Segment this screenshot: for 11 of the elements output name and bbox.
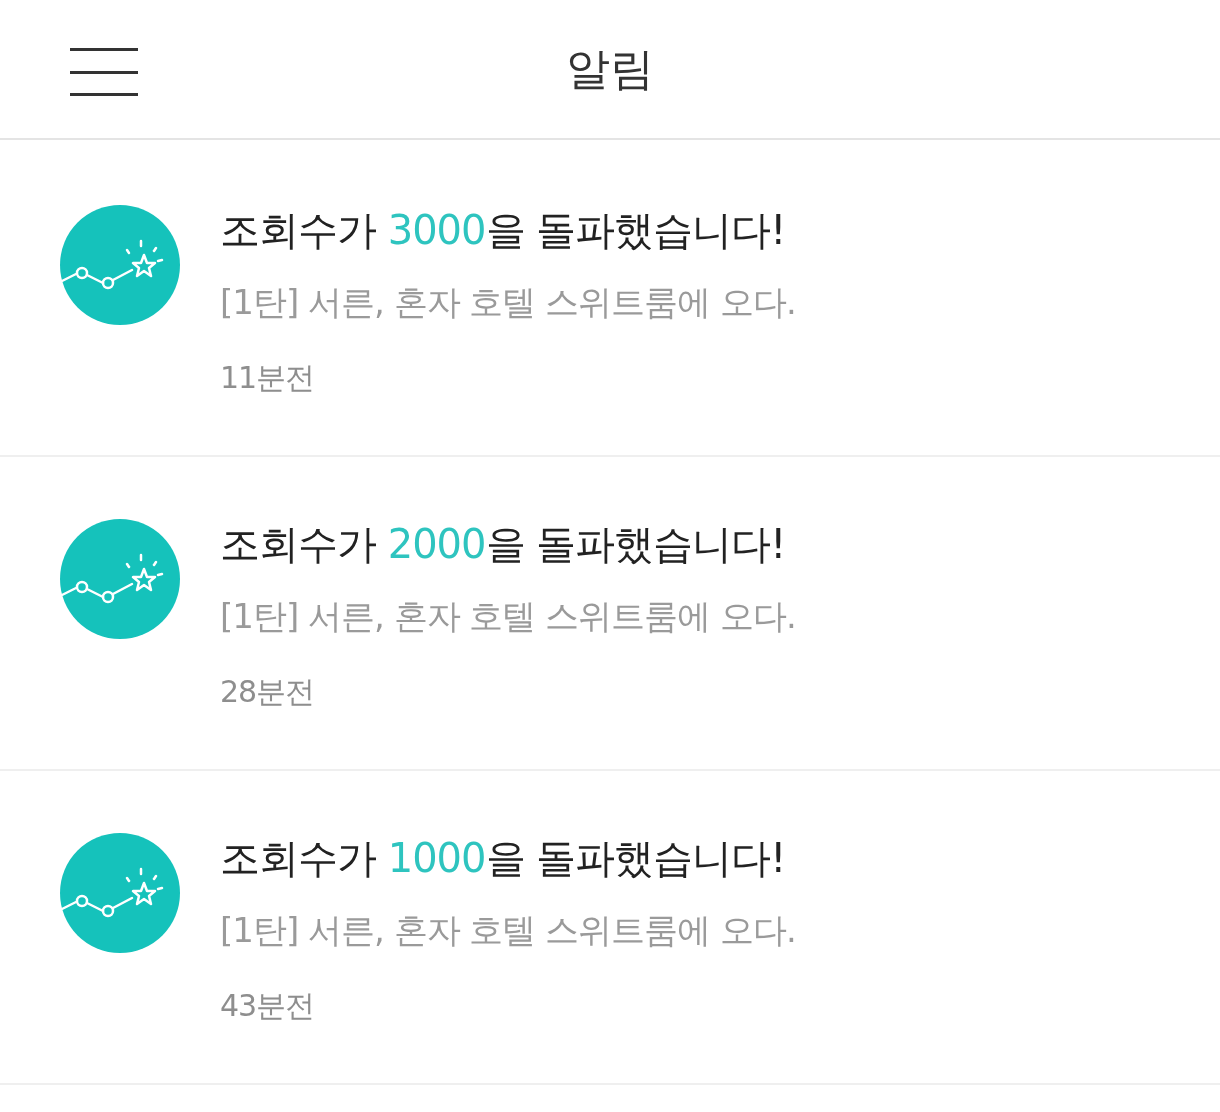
notification-title: 조회수가 1000을 돌파했습니다! <box>220 834 787 883</box>
menu-button[interactable] <box>70 48 140 96</box>
post-title: [1탄] 서른, 혼자 호텔 스위트룸에 오다. <box>220 909 796 952</box>
timestamp: 28분전 <box>220 673 316 711</box>
timestamp: 11분전 <box>220 359 316 397</box>
notification-title: 조회수가 2000을 돌파했습니다! <box>220 520 787 569</box>
post-title: [1탄] 서른, 혼자 호텔 스위트룸에 오다. <box>220 281 796 324</box>
post-title: [1탄] 서른, 혼자 호텔 스위트룸에 오다. <box>220 595 796 638</box>
page-title: 알림 <box>566 41 654 96</box>
notification-title: 조회수가 3000을 돌파했습니다! <box>220 206 787 255</box>
timestamp: 43분전 <box>220 987 316 1025</box>
